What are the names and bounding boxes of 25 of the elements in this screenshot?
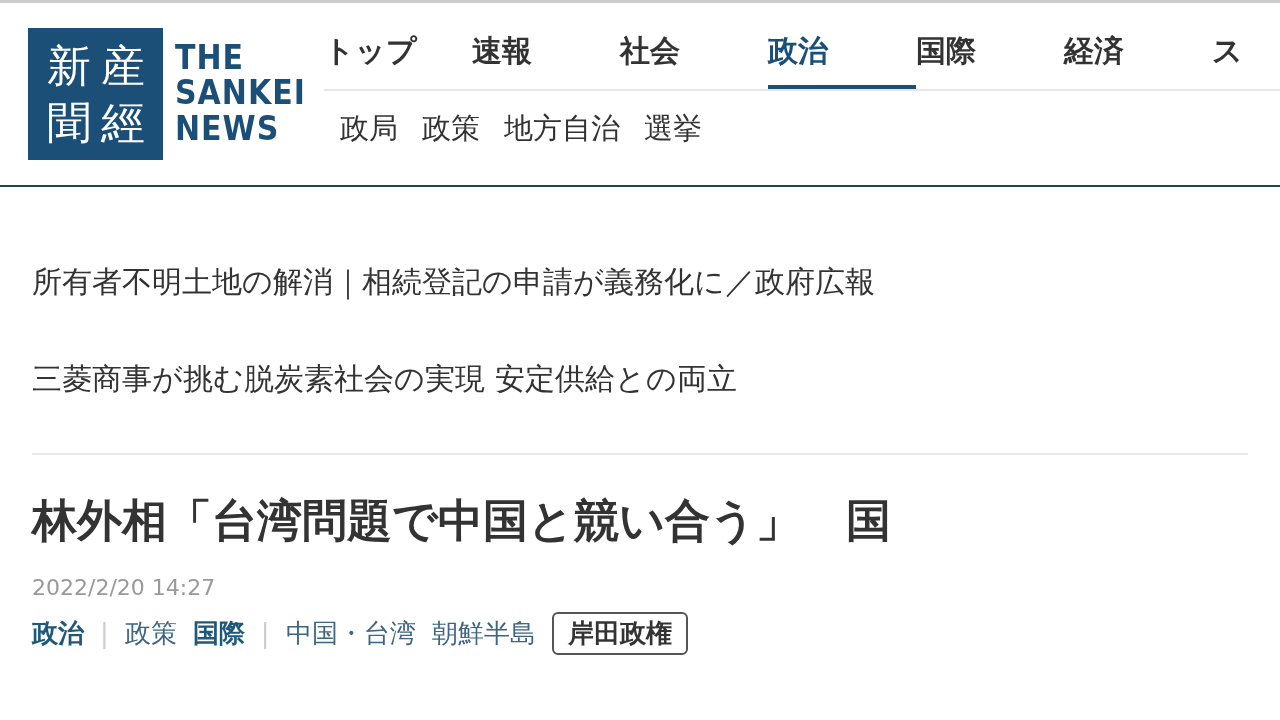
category-link[interactable]: 国際 — [192, 613, 245, 653]
nav-tab[interactable]: 政治 — [768, 28, 916, 89]
separator: | — [260, 616, 270, 651]
subnav-link[interactable]: 政策 — [422, 107, 480, 151]
nav-tab[interactable]: 速報 — [472, 28, 620, 89]
logo-wordmark[interactable]: THE SANKEI NEWS — [175, 40, 306, 148]
nav-tab[interactable]: 国際 — [916, 28, 1064, 89]
separator: | — [100, 616, 109, 651]
logo-emblem[interactable]: 新聞 産經 — [28, 28, 163, 160]
category-link[interactable]: 中国・台湾 — [285, 613, 416, 653]
nav-tab[interactable]: ス — [1212, 28, 1243, 89]
promo-link[interactable]: 三菱商事が挑む脱炭素社会の実現 安定供給との両立 — [32, 356, 737, 401]
category-link[interactable]: 政治 — [32, 613, 84, 653]
subnav-link[interactable]: 地方自治 — [504, 107, 620, 151]
category-link[interactable]: 政策 — [124, 613, 177, 653]
nav-tab[interactable]: トップ — [324, 28, 472, 89]
article-headline: 林外相「台湾問題で中国と競い合う」 国 — [32, 493, 892, 549]
category-link[interactable]: 朝鮮半島 — [431, 613, 536, 653]
article-date: 2022/2/20 14:27 — [32, 573, 217, 602]
nav-tab[interactable]: 経済 — [1064, 28, 1212, 89]
subnav-link[interactable]: 選挙 — [644, 107, 702, 151]
nav-tab[interactable]: 社会 — [620, 28, 768, 89]
subnav-link[interactable]: 政局 — [340, 107, 398, 151]
promo-link[interactable]: 所有者不明土地の解消｜相続登記の申請が義務化に／政府広報 — [32, 259, 875, 304]
topic-tag[interactable]: 岸田政権 — [551, 611, 688, 655]
